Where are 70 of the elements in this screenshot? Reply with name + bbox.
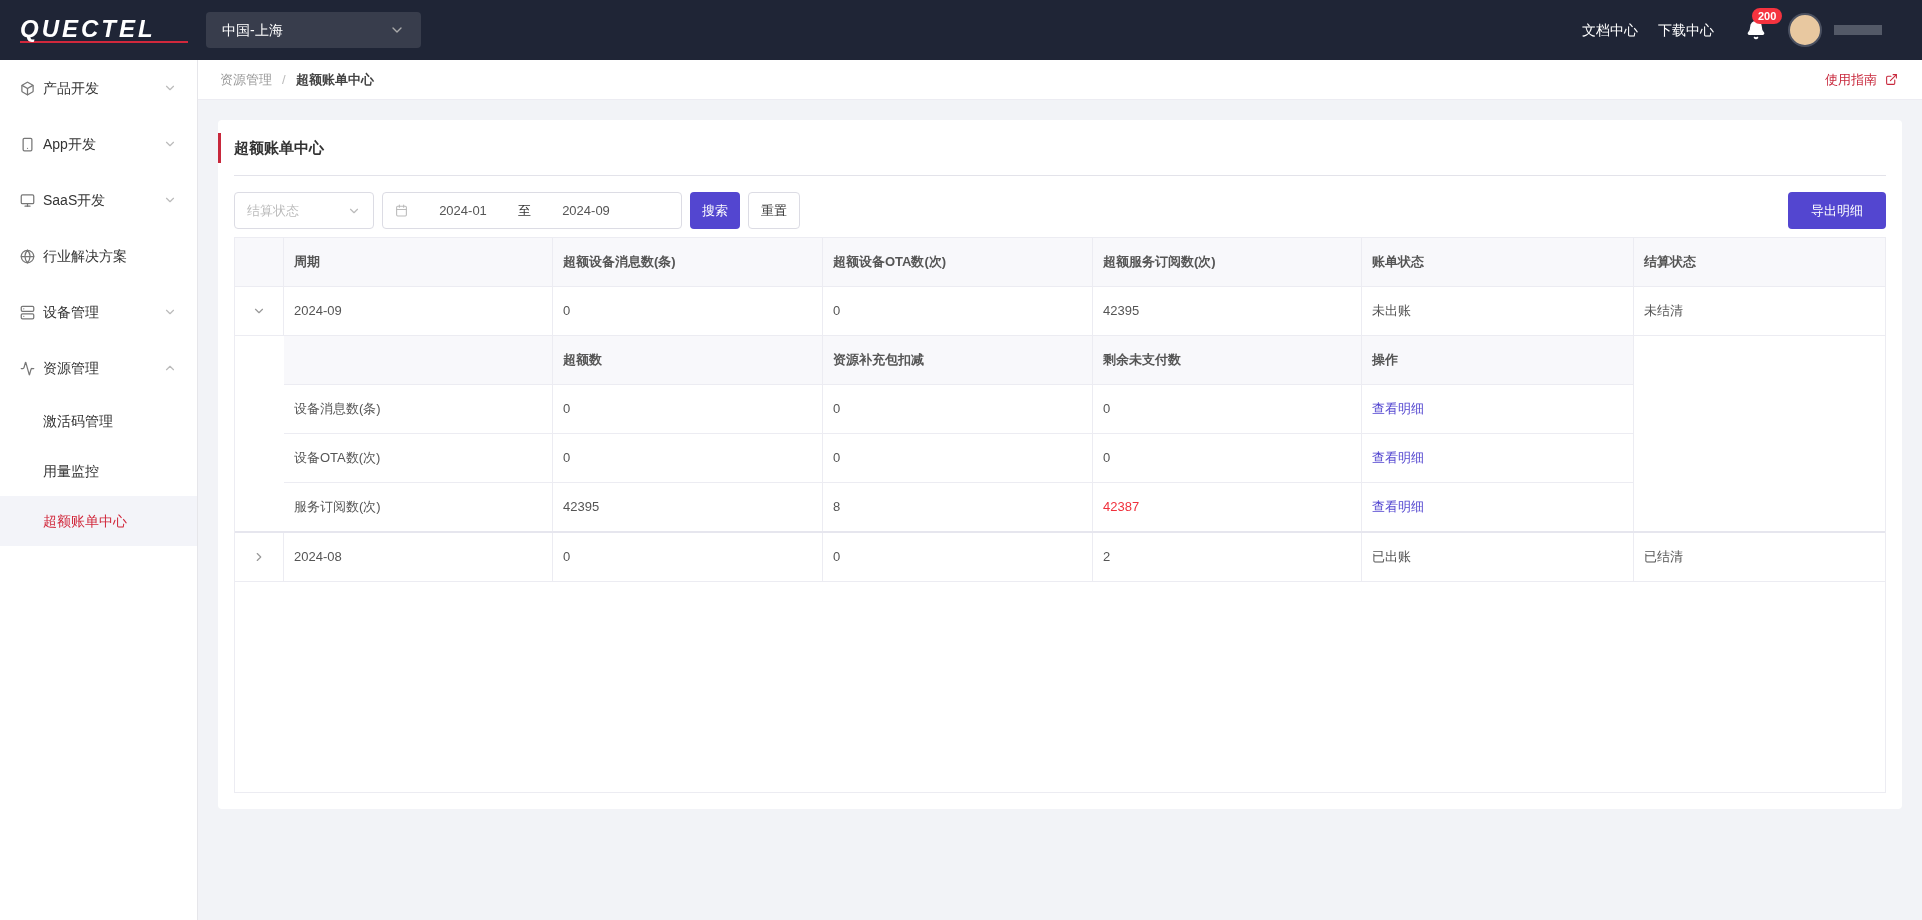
external-link-icon — [1885, 73, 1898, 86]
table-cell: 0 — [553, 287, 823, 335]
column-header: 账单状态 — [1362, 238, 1634, 286]
column-header: 超额服务订阅数(次) — [1093, 238, 1362, 286]
table-cell: 已出账 — [1362, 533, 1634, 581]
table-cell: 0 — [823, 434, 1093, 482]
view-details-link[interactable]: 查看明细 — [1372, 497, 1424, 517]
menu-icon — [20, 360, 35, 376]
calendar-icon — [395, 204, 408, 217]
table-cell: 0 — [1093, 434, 1362, 482]
view-details-link[interactable]: 查看明细 — [1372, 448, 1424, 468]
header-link[interactable]: 下载中心 — [1658, 19, 1714, 41]
table-cell: 0 — [823, 533, 1093, 581]
column-header: 资源补充包扣减 — [823, 336, 1093, 384]
table-cell: 0 — [553, 533, 823, 581]
table-cell: 0 — [553, 434, 823, 482]
column-header: 超额数 — [553, 336, 823, 384]
submenu-item[interactable]: 激活码管理 — [0, 396, 197, 446]
sidebar-item[interactable]: 行业解决方案 — [0, 228, 197, 284]
table-cell-text: 已结清 — [1643, 548, 1684, 567]
column-header: 超额设备消息数(条) — [553, 238, 823, 286]
table-cell: 2 — [1093, 533, 1362, 581]
table-cell: 未出账 — [1362, 287, 1634, 335]
table-cell: 2024-09 — [284, 287, 553, 335]
table-cell-text: 未结清 — [1643, 302, 1684, 321]
column-header: 结算状态 — [1643, 253, 1697, 272]
breadcrumb-separator: / — [282, 70, 286, 89]
menu-icon — [20, 136, 35, 152]
menu-icon — [20, 248, 35, 264]
submenu-item[interactable]: 超额账单中心 — [0, 496, 197, 546]
breadcrumb-item: 超额账单中心 — [295, 70, 374, 89]
notification-badge: 200 — [1752, 8, 1783, 24]
table-cell: 0 — [1093, 385, 1362, 433]
menu-icon — [20, 192, 35, 208]
column-header: 剩余未支付数 — [1093, 336, 1362, 384]
sidebar-item[interactable]: 设备管理 — [0, 284, 197, 340]
menu-icon — [20, 304, 35, 320]
table-cell: 8 — [823, 483, 1093, 531]
column-header: 周期 — [284, 238, 553, 286]
region-select[interactable]: 中国-上海 — [206, 12, 421, 48]
header-link[interactable]: 文档中心 — [1582, 19, 1638, 41]
logo: QUECTEL — [20, 17, 188, 43]
table-cell: 设备消息数(条) — [284, 385, 553, 433]
table-cell: 0 — [553, 385, 823, 433]
redacted-username — [1834, 25, 1882, 35]
page-title: 超额账单中心 — [218, 132, 324, 163]
table-cell: 设备OTA数(次) — [284, 434, 553, 482]
guide-link[interactable]: 使用指南 — [1825, 69, 1898, 90]
date-range-field[interactable]: 2024-01 至 2024-09 — [382, 192, 682, 229]
notification-bell-icon[interactable] — [1746, 20, 1766, 40]
sidebar-item[interactable]: 资源管理 — [0, 340, 197, 396]
view-details-link[interactable]: 查看明细 — [1372, 399, 1424, 419]
column-header: 超额设备OTA数(次) — [823, 238, 1093, 286]
column-header: 操作 — [1371, 351, 1399, 370]
table-cell: 42395 — [1093, 287, 1362, 335]
sidebar-item[interactable]: SaaS开发 — [0, 172, 197, 228]
sidebar-item[interactable]: 产品开发 — [0, 60, 197, 116]
search-button[interactable]: 搜索 — [690, 192, 740, 229]
avatar[interactable] — [1788, 13, 1822, 47]
table-cell: 42395 — [553, 483, 823, 531]
table-cell: 0 — [823, 385, 1093, 433]
menu-icon — [20, 80, 35, 96]
reset-button[interactable]: 重置 — [748, 192, 800, 229]
export-button[interactable]: 导出明细 — [1788, 192, 1886, 229]
table-cell: 2024-08 — [284, 533, 553, 581]
table-cell: 服务订阅数(次) — [284, 483, 553, 531]
submenu-item[interactable]: 用量监控 — [0, 446, 197, 496]
table-cell: 0 — [823, 287, 1093, 335]
sidebar-item[interactable]: App开发 — [0, 116, 197, 172]
table-cell: 42387 — [1093, 483, 1362, 531]
